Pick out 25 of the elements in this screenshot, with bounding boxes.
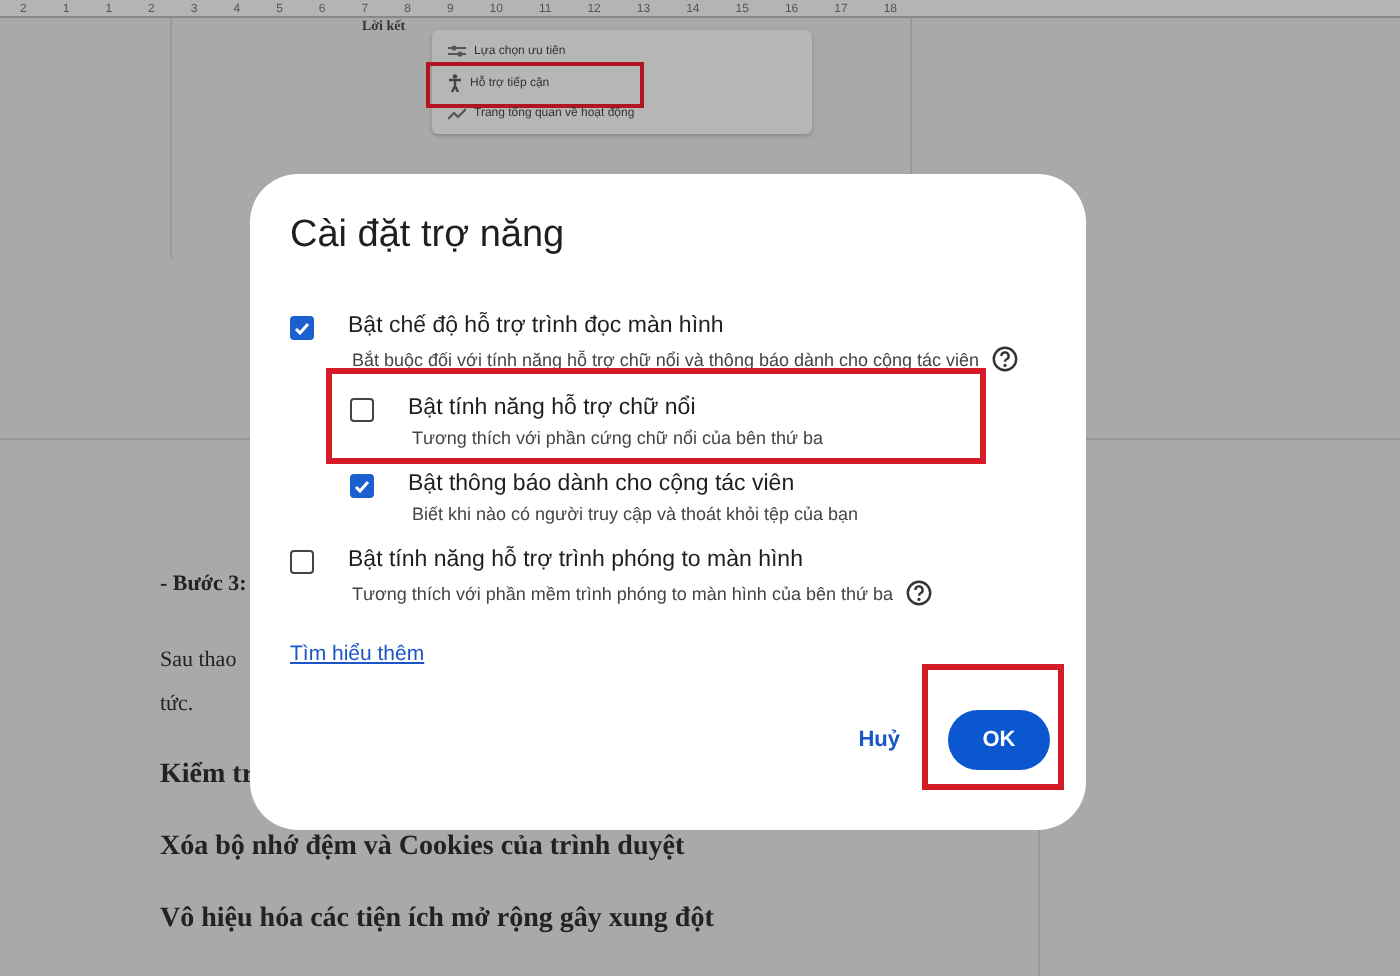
- option-label: Bật chế độ hỗ trợ trình đọc màn hình: [348, 314, 726, 338]
- trend-icon: [448, 108, 466, 120]
- learn-more-link[interactable]: Tìm hiểu thêm: [290, 642, 425, 666]
- sliders-icon: [448, 44, 466, 58]
- checkbox[interactable]: [350, 474, 374, 498]
- checkbox[interactable]: [290, 550, 314, 574]
- cancel-button[interactable]: Huỷ: [850, 720, 908, 760]
- help-icon[interactable]: [905, 580, 932, 606]
- document-heading: Vô hiệu hóa các tiện ích mở rộng gây xung đột: [160, 904, 714, 936]
- option-label: Bật thông báo dành cho cộng tác viên: [408, 472, 797, 496]
- document-text: tức.: [160, 692, 194, 716]
- option-description: Biết khi nào có người truy cập và thoát khỏi tệp của bạn: [412, 504, 859, 524]
- option-label: Bật tính năng hỗ trợ trình phóng to màn hình: [348, 548, 805, 572]
- option-description: Tương thích với phần mềm trình phóng to màn hình của bên thứ ba: [352, 583, 894, 603]
- option-description: Tương thích với phần cứng chữ nổi của bên thứ ba: [412, 428, 824, 448]
- option-label: Bật tính năng hỗ trợ chữ nổi: [408, 396, 698, 420]
- ok-button[interactable]: OK: [948, 710, 1050, 770]
- checkbox[interactable]: [290, 316, 314, 340]
- accessibility-icon: [448, 74, 462, 92]
- help-icon[interactable]: [991, 346, 1018, 372]
- document-text: - Bước 3:: [160, 572, 247, 596]
- document-heading: Xóa bộ nhớ đệm và Cookies của trình duyệt: [160, 832, 685, 864]
- document-text: Sau thao: [160, 648, 237, 672]
- checkbox[interactable]: [350, 398, 374, 422]
- dialog-title: Cài đặt trợ năng: [290, 214, 567, 258]
